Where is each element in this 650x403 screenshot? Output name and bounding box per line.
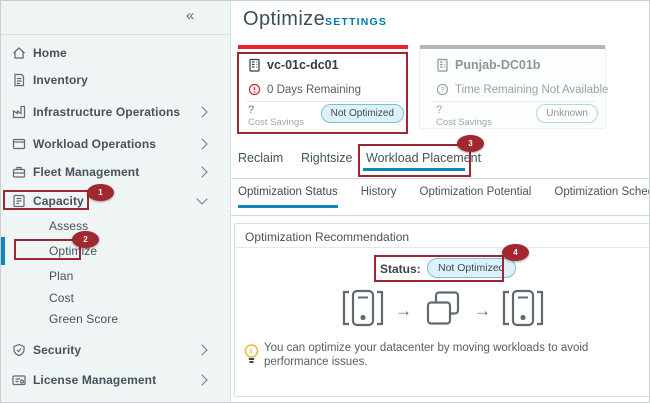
sidebar-item-license-management[interactable]: License Management <box>1 371 231 389</box>
main-content: Optimize SETTINGS vc-01c-dc01 0 Days Rem… <box>231 1 650 403</box>
chevron-right-icon <box>196 106 207 117</box>
cost-savings-label: Cost Savings <box>436 117 492 128</box>
tab-reclaim[interactable]: Reclaim <box>238 151 283 165</box>
factory-icon <box>11 104 27 120</box>
sidebar-item-label: Workload Operations <box>33 137 156 151</box>
card-status-bar <box>420 45 605 49</box>
sidebar-item-home[interactable]: Home <box>1 44 231 62</box>
optimization-recommendation-panel: Optimization Recommendation Status: Not … <box>234 223 650 397</box>
license-card-icon <box>11 372 27 388</box>
chevron-down-icon <box>196 193 207 204</box>
divider <box>1 34 231 35</box>
sidebar-item-green-score[interactable]: Green Score <box>1 310 231 328</box>
chevron-right-icon <box>196 166 207 177</box>
datacenter-host-icon <box>340 288 386 333</box>
datacenter-building-icon <box>248 58 261 75</box>
chevron-right-icon <box>196 138 207 149</box>
sidebar-item-label: Infrastructure Operations <box>33 105 180 119</box>
status-label: Status: <box>380 262 421 276</box>
tab-workload-placement[interactable]: Workload Placement <box>366 151 481 165</box>
sidebar-item-label: Green Score <box>49 312 118 326</box>
vrops-optimize-screen: « Home Inventory Infrastructure Operatio… <box>0 0 650 403</box>
subtab-optimization-potential[interactable]: Optimization Potential <box>420 186 532 208</box>
datacenter-name: vc-01c-dc01 <box>248 58 339 75</box>
sidebar-item-label: Security <box>33 343 81 357</box>
sidebar-collapse-icon[interactable]: « <box>186 7 194 24</box>
active-tab-underline <box>363 168 465 171</box>
settings-link[interactable]: SETTINGS <box>325 16 387 28</box>
sidebar-item-cost[interactable]: Cost <box>1 289 231 307</box>
sidebar-item-label: Inventory <box>33 73 88 87</box>
sidebar-item-label: License Management <box>33 373 156 387</box>
critical-alert-icon <box>248 83 261 99</box>
home-icon <box>11 45 27 61</box>
cost-savings-value: ? <box>436 104 442 116</box>
datacenter-card-punjab-dc01b[interactable]: Punjab-DC01b ? Time Remaining Not Availa… <box>419 45 606 129</box>
datacenter-building-icon <box>436 58 449 75</box>
datacenter-host-icon <box>500 288 546 333</box>
chevron-right-icon <box>196 374 207 385</box>
page-title: Optimize <box>243 8 325 31</box>
sidebar-item-workload-operations[interactable]: Workload Operations <box>1 135 231 153</box>
sidebar-item-fleet-management[interactable]: Fleet Management <box>1 163 231 181</box>
unknown-help-icon: ? <box>436 83 449 99</box>
sidebar: « Home Inventory Infrastructure Operatio… <box>1 1 231 403</box>
optimization-flow-graphic: → → <box>235 288 650 333</box>
lightbulb-icon <box>243 343 260 370</box>
sidebar-item-optimize[interactable]: Optimize <box>1 242 231 260</box>
tab-rightsize[interactable]: Rightsize <box>301 151 352 165</box>
divider <box>246 101 400 102</box>
subtab-optimization-schedule[interactable]: Optimization Schedule <box>554 186 650 208</box>
sidebar-item-label: Cost <box>49 291 74 305</box>
sidebar-item-label: Fleet Management <box>33 165 139 179</box>
divider <box>231 215 650 216</box>
sidebar-item-label: Capacity <box>33 194 84 208</box>
sidebar-item-assess[interactable]: Assess <box>1 217 231 235</box>
card-status-bar <box>238 45 408 49</box>
subtab-history[interactable]: History <box>361 186 397 208</box>
arrow-right-icon: → <box>474 301 491 321</box>
svg-text:?: ? <box>441 87 445 94</box>
sidebar-item-label: Assess <box>49 219 88 233</box>
move-workloads-icon <box>421 289 465 332</box>
divider <box>432 101 595 102</box>
tip-text: You can optimize your datacenter by movi… <box>264 341 614 369</box>
sidebar-item-label: Optimize <box>49 244 97 258</box>
briefcase-icon <box>11 164 27 180</box>
annotation-step-3: 3 <box>457 135 484 152</box>
chevron-right-icon <box>196 344 207 355</box>
sidebar-item-security[interactable]: Security <box>1 341 231 359</box>
sidebar-item-inventory[interactable]: Inventory <box>1 71 231 89</box>
status-badge: Not Optimized <box>321 104 404 123</box>
cost-savings-label: Cost Savings <box>248 117 304 128</box>
capacity-report-icon <box>11 193 27 209</box>
sidebar-item-capacity[interactable]: Capacity <box>1 192 231 210</box>
datacenter-name: Punjab-DC01b <box>436 58 540 75</box>
datacenter-card-vc-01c-dc01[interactable]: vc-01c-dc01 0 Days Remaining ? Cost Savi… <box>238 45 408 133</box>
cost-savings-value: ? <box>248 104 254 116</box>
sidebar-item-infrastructure-operations[interactable]: Infrastructure Operations <box>1 103 231 121</box>
divider <box>231 178 650 179</box>
window-icon <box>11 136 27 152</box>
time-remaining-status: ? Time Remaining Not Available <box>436 83 608 99</box>
shield-icon <box>11 342 27 358</box>
sidebar-item-label: Home <box>33 46 67 60</box>
sidebar-item-plan[interactable]: Plan <box>1 267 231 285</box>
divider <box>235 247 650 248</box>
subtab-optimization-status[interactable]: Optimization Status <box>238 186 338 208</box>
inventory-icon <box>11 72 27 88</box>
status-badge: Unknown <box>536 104 598 123</box>
arrow-right-icon: → <box>395 301 412 321</box>
sidebar-item-label: Plan <box>49 269 73 283</box>
subtab-bar: Optimization Status History Optimization… <box>238 186 650 208</box>
panel-title: Optimization Recommendation <box>245 230 409 244</box>
time-remaining-status: 0 Days Remaining <box>248 83 361 99</box>
status-badge: Not Optimized <box>427 258 516 278</box>
